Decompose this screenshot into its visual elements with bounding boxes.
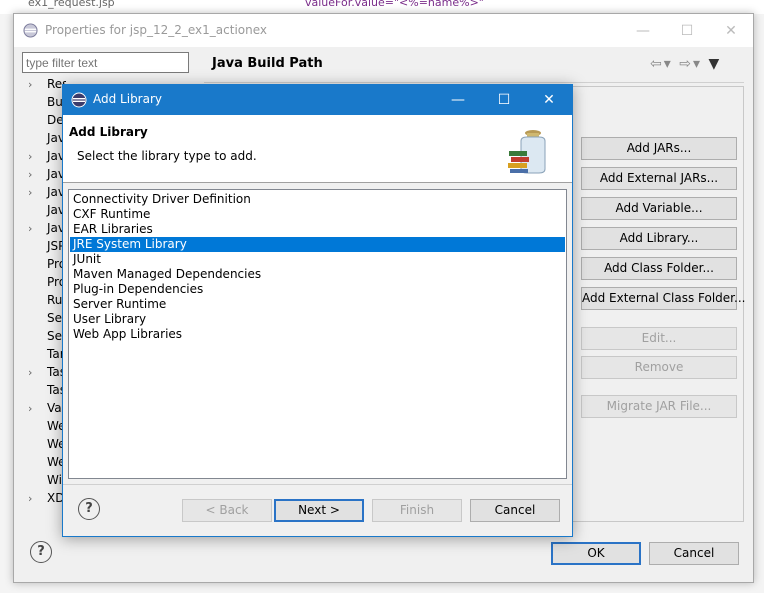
tree-item[interactable]: Server [14,310,66,328]
tree-item[interactable]: ›Task Repository [14,364,66,382]
maximize-icon: ☐ [680,22,694,39]
add-library-dialog: Add Library — ☐ ✕ Add Library Select the… [62,84,573,537]
tree-item[interactable]: Web Page Editor [14,436,66,454]
add-library-button[interactable]: Add Library... [581,227,737,250]
back-dropdown-icon[interactable]: ▾ [664,56,673,72]
add-library-window-title: Add Library [93,92,163,106]
maximize-button[interactable]: ☐ [481,85,527,115]
add-external-class-folder-button[interactable]: Add External Class Folder... [581,287,745,310]
library-jar-icon [508,130,546,174]
help-icon[interactable]: ? [30,541,52,563]
background-editor: ex1_request.jsp valueFor.value="<%=name%… [0,0,764,14]
filter-input[interactable] [22,52,189,73]
tree-item[interactable]: Deployment Assembly [14,112,66,130]
add-external-jars-button[interactable]: Add External JARs... [581,167,737,190]
library-list-item[interactable]: Server Runtime [70,297,565,312]
button-bar-separator [63,484,572,485]
library-list-item[interactable]: Web App Libraries [70,327,565,342]
cancel-button[interactable]: Cancel [649,542,739,565]
tree-item[interactable]: Javadoc Location [14,202,66,220]
close-button[interactable]: ✕ [709,14,753,47]
maximize-icon: ☐ [497,92,511,108]
minimize-button[interactable]: — [435,85,481,115]
tree-item[interactable]: ›Java Editor [14,184,66,202]
wizard-heading: Add Library [69,125,148,139]
forward-arrow-icon[interactable]: ⇨ [679,56,693,72]
minimize-icon: — [451,92,465,108]
tree-item[interactable]: Run/Debug Settings [14,292,66,310]
remove-button[interactable]: Remove [581,356,737,379]
library-list-item[interactable]: Maven Managed Dependencies [70,267,565,282]
library-list-item[interactable]: EAR Libraries [70,222,565,237]
add-class-folder-button[interactable]: Add Class Folder... [581,257,737,280]
eclipse-icon [71,92,87,108]
library-list-item[interactable]: User Library [70,312,565,327]
cancel-button[interactable]: Cancel [470,499,560,522]
chevron-right-icon[interactable]: › [28,150,32,163]
forward-dropdown-icon[interactable]: ▾ [693,56,702,72]
chevron-right-icon[interactable]: › [28,366,32,379]
chevron-right-icon[interactable]: › [28,402,32,415]
view-menu-icon[interactable]: ▼ [708,56,721,72]
minimize-icon: — [636,22,650,39]
close-button[interactable]: ✕ [526,85,572,115]
library-list-item[interactable]: Connectivity Driver Definition [70,192,565,207]
next-button[interactable]: Next > [274,499,364,522]
tree-item[interactable]: Java Build Path [14,130,66,148]
page-title: Java Build Path [212,56,323,71]
background-tab-text: ex1_request.jsp [28,0,115,9]
chevron-right-icon[interactable]: › [28,186,32,199]
properties-titlebar: Properties for jsp_12_2_ex1_actionex — ☐… [14,14,753,47]
library-type-list[interactable]: Connectivity Driver Definition CXF Runtim… [68,189,567,479]
tree-item[interactable]: Project Facets [14,256,66,274]
tree-item[interactable]: JSP Fragment [14,238,66,256]
title-separator [204,82,744,83]
wizard-subtitle: Select the library type to add. [77,149,257,163]
library-list-item[interactable]: Plug-in Dependencies [70,282,565,297]
tree-item[interactable]: Project References [14,274,66,292]
back-arrow-icon[interactable]: ⇦ [650,56,664,72]
tree-item[interactable]: WikiText [14,472,66,490]
properties-window-title: Properties for jsp_12_2_ex1_actionex [45,23,267,37]
add-variable-button[interactable]: Add Variable... [581,197,737,220]
tree-item[interactable]: Service Policies [14,328,66,346]
wizard-banner: Add Library Select the library type to a… [63,115,572,183]
tree-item[interactable]: ›JavaScript [14,220,66,238]
add-library-titlebar: Add Library — ☐ ✕ [63,85,572,115]
finish-button[interactable]: Finish [372,499,462,522]
chevron-right-icon[interactable]: › [28,492,32,505]
tree-item[interactable]: Targeted Runtimes [14,346,66,364]
add-jars-button[interactable]: Add JARs... [581,137,737,160]
tree-item[interactable]: ›XDoclet [14,490,66,508]
eclipse-icon [23,23,38,38]
navigation-arrows[interactable]: ⇦▾ ⇨▾ ▼ [650,56,721,72]
maximize-button[interactable]: ☐ [665,14,709,47]
close-icon: ✕ [725,22,737,39]
tree-item[interactable]: ›Java Code Style [14,148,66,166]
ok-button[interactable]: OK [551,542,641,565]
library-list-item[interactable]: JUnit [70,252,565,267]
library-list-item[interactable]: CXF Runtime [70,207,565,222]
tree-item[interactable]: Task Tags [14,382,66,400]
close-icon: ✕ [543,92,555,108]
tree-item[interactable]: Builders [14,94,66,112]
help-icon[interactable]: ? [78,498,100,520]
library-list-item[interactable]: JRE System Library [70,237,565,252]
chevron-right-icon[interactable]: › [28,78,32,91]
property-page-tree: ›ResourceBuildersDeployment AssemblyJava… [14,76,66,516]
background-code-text: valueFor.value="<%=name%>" [305,0,484,9]
tree-item[interactable]: ›Resource [14,76,66,94]
tree-item[interactable]: Web Project Settings [14,454,66,472]
chevron-right-icon[interactable]: › [28,168,32,181]
migrate-jar-button[interactable]: Migrate JAR File... [581,395,737,418]
tree-item[interactable]: ›Validation [14,400,66,418]
minimize-button[interactable]: — [621,14,665,47]
back-button[interactable]: < Back [182,499,272,522]
tree-item[interactable]: ›Java Compiler [14,166,66,184]
chevron-right-icon[interactable]: › [28,222,32,235]
tree-item[interactable]: Web Content Settings [14,418,66,436]
edit-button[interactable]: Edit... [581,327,737,350]
